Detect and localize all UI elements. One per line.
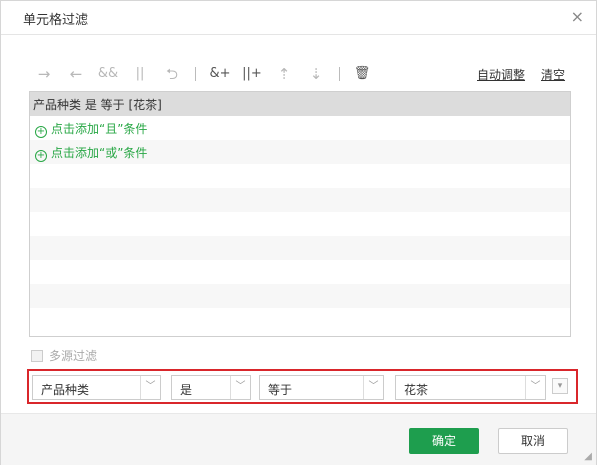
field-select[interactable]: 产品种类 ﹀: [32, 375, 161, 400]
multi-source-filter[interactable]: 多源过滤: [31, 347, 97, 364]
indent-right-icon[interactable]: →: [33, 61, 55, 87]
toolbar: → ← && || ⮌ &+ ||+ ⇡ ⇣ 🗑 自动调整 清空: [29, 61, 571, 87]
condition-text: 产品种类 是 等于 [花茶]: [33, 98, 162, 112]
add-or-row: + 点击添加“或”条件: [30, 140, 570, 164]
operator-select[interactable]: 等于 ﹀: [259, 375, 384, 400]
plus-circle-icon: +: [35, 126, 47, 138]
list-item: [30, 188, 570, 212]
chevron-down-icon[interactable]: ﹀: [140, 376, 160, 399]
list-item: [30, 236, 570, 260]
toolbar-divider: [195, 67, 196, 81]
indent-left-icon[interactable]: ←: [65, 61, 87, 87]
move-down-icon[interactable]: ⇣: [305, 61, 327, 87]
move-up-icon[interactable]: ⇡: [273, 61, 295, 87]
swap-icon[interactable]: ⮌: [161, 61, 183, 87]
condition-list: 产品种类 是 等于 [花茶] + 点击添加“且”条件 + 点击添加“或”条件: [29, 91, 571, 337]
chevron-down-icon[interactable]: ﹀: [525, 376, 545, 399]
chevron-down-icon[interactable]: ﹀: [230, 376, 250, 399]
add-and-row: + 点击添加“且”条件: [30, 116, 570, 140]
multi-source-checkbox[interactable]: [31, 350, 43, 362]
dialog-title: 单元格过滤: [23, 13, 89, 28]
add-or-icon[interactable]: ||+: [239, 61, 265, 87]
plus-circle-icon: +: [35, 150, 47, 162]
dialog-footer: 确定 取消 ◢: [1, 413, 596, 465]
cancel-button[interactable]: 取消: [498, 428, 568, 454]
clear-link[interactable]: 清空: [541, 66, 565, 83]
list-item: [30, 308, 570, 332]
value-select[interactable]: 花茶 ﹀: [395, 375, 546, 400]
is-select[interactable]: 是 ﹀: [171, 375, 251, 400]
toolbar-divider: [339, 67, 340, 81]
and-icon[interactable]: &&: [97, 61, 119, 87]
list-item: [30, 212, 570, 236]
add-and-condition-link[interactable]: + 点击添加“且”条件: [35, 120, 147, 138]
titlebar: 单元格过滤 ×: [1, 1, 596, 35]
condition-editor: 产品种类 ﹀ 是 ﹀ 等于 ﹀ 花茶 ﹀ ▾: [27, 369, 578, 404]
ok-button[interactable]: 确定: [409, 428, 479, 454]
condition-row[interactable]: 产品种类 是 等于 [花茶]: [30, 92, 570, 116]
delete-icon[interactable]: 🗑: [351, 61, 373, 87]
list-item: [30, 284, 570, 308]
value-options-button[interactable]: ▾: [552, 378, 568, 394]
or-icon[interactable]: ||: [129, 61, 151, 87]
list-item: [30, 260, 570, 284]
resize-grip-icon[interactable]: ◢: [584, 451, 592, 462]
multi-source-label: 多源过滤: [49, 349, 98, 363]
chevron-down-icon[interactable]: ﹀: [363, 376, 383, 399]
close-icon[interactable]: ×: [571, 7, 584, 26]
add-and-icon[interactable]: &+: [207, 61, 233, 87]
add-or-condition-link[interactable]: + 点击添加“或”条件: [35, 144, 147, 162]
cell-filter-dialog: 单元格过滤 × → ← && || ⮌ &+ ||+ ⇡ ⇣ 🗑 自动调整 清空…: [0, 0, 597, 465]
list-item: [30, 164, 570, 188]
auto-adjust-link[interactable]: 自动调整: [477, 66, 525, 83]
